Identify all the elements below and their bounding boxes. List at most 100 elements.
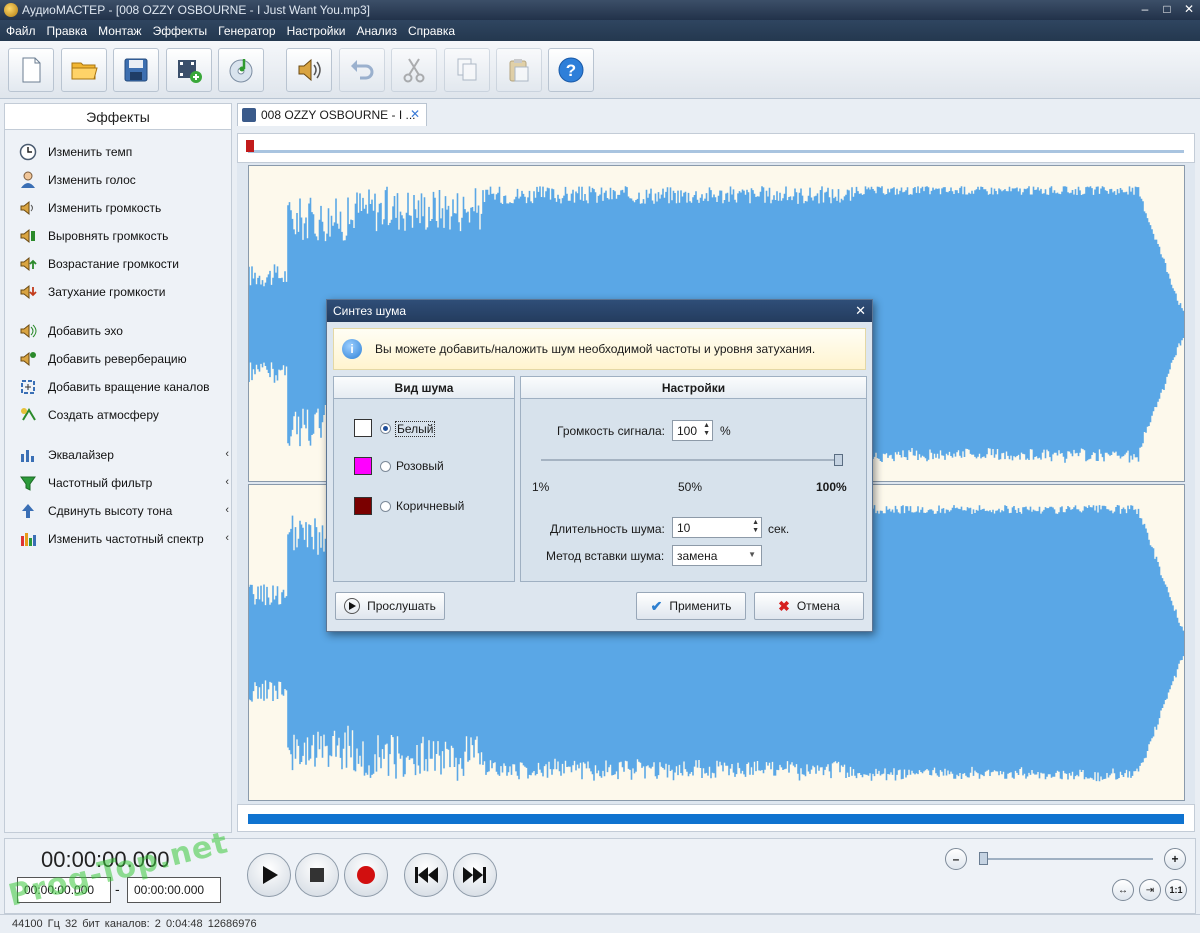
brown-noise-radio[interactable] (380, 501, 391, 512)
cancel-label: Отмена (796, 599, 840, 613)
volume-field[interactable]: 100 ▲ ▼ (672, 420, 713, 441)
toolbar: ? (0, 41, 1200, 99)
volume-spinner-icon[interactable]: ▲ ▼ (703, 422, 710, 438)
record-icon (357, 866, 375, 884)
listen-button[interactable]: Прослушать (335, 592, 445, 620)
effect-add-reverb[interactable]: Добавить реверберацию (5, 347, 231, 371)
scrollbar-thumb[interactable] (248, 814, 1184, 824)
white-color-swatch (354, 419, 372, 437)
rewind-button[interactable] (404, 853, 448, 897)
effect-fade-in[interactable]: Возрастание громкости (5, 252, 231, 276)
effect-label: Возрастание громкости (48, 257, 179, 271)
fit-width-icon: ↔ (1118, 884, 1128, 896)
effect-frequency-filter[interactable]: Частотный фильтр ‹ (5, 471, 231, 495)
save-button[interactable] (113, 48, 159, 92)
record-button[interactable] (344, 853, 388, 897)
menu-help[interactable]: Справка (408, 24, 455, 38)
effect-channel-rotation[interactable]: Добавить вращение каналов (5, 375, 231, 399)
expand-arrow-icon[interactable]: ‹ (225, 532, 229, 544)
add-video-button[interactable] (166, 48, 212, 92)
effect-add-echo[interactable]: Добавить эхо (5, 319, 231, 343)
zoom-out-button[interactable]: – (945, 848, 967, 870)
title-bar: АудиоМАСТЕР - [008 OZZY OSBOURNE - I Jus… (0, 0, 1200, 20)
cd-music-button[interactable] (218, 48, 264, 92)
cancel-button[interactable]: ✖ Отмена (754, 592, 864, 620)
volume-slider-track[interactable] (541, 459, 841, 461)
menu-effects[interactable]: Эффекты (153, 24, 208, 38)
apply-label: Применить (669, 599, 732, 613)
clock-icon (18, 142, 38, 162)
fast-forward-button[interactable] (453, 853, 497, 897)
help-button[interactable]: ? (548, 48, 594, 92)
new-file-button[interactable] (8, 48, 54, 92)
method-select[interactable]: замена ▼ (672, 545, 762, 566)
menu-generator[interactable]: Генератор (218, 24, 275, 38)
speaker-icon (298, 58, 321, 82)
filter-icon (18, 473, 38, 493)
open-folder-button[interactable] (61, 48, 107, 92)
brown-color-swatch (354, 497, 372, 515)
zoom-selection-icon: ⇥ (1145, 884, 1155, 896)
speaker-down-icon (18, 282, 38, 302)
minimize-button[interactable]: – (1134, 0, 1156, 18)
timeline-ruler[interactable] (237, 133, 1195, 163)
effect-label: Изменить темп (48, 145, 133, 159)
maximize-button[interactable]: □ (1156, 0, 1178, 18)
method-value: замена (677, 548, 718, 563)
copy-button[interactable] (444, 48, 490, 92)
effect-fade-out[interactable]: Затухание громкости (5, 280, 231, 304)
effect-normalize-volume[interactable]: Выровнять громкость (5, 224, 231, 248)
menu-montage[interactable]: Монтаж (98, 24, 142, 38)
rotate-channels-icon (18, 377, 38, 397)
paste-button[interactable] (496, 48, 542, 92)
expand-arrow-icon[interactable]: ‹ (225, 476, 229, 488)
close-tab-icon[interactable]: ✕ (410, 107, 420, 121)
effect-change-tempo[interactable]: Изменить темп (5, 140, 231, 164)
info-banner: i Вы можете добавить/наложить шум необхо… (333, 328, 866, 370)
cut-button[interactable] (391, 48, 437, 92)
undo-button[interactable] (339, 48, 385, 92)
menu-edit[interactable]: Правка (47, 24, 88, 38)
open-folder-icon (71, 62, 98, 80)
effect-create-atmosphere[interactable]: Создать атмосферу (5, 403, 231, 427)
effect-pitch-shift[interactable]: Сдвинуть высоту тона ‹ (5, 499, 231, 523)
fit-width-button[interactable]: ↔ (1112, 879, 1134, 901)
white-noise-label[interactable]: Белый (395, 421, 436, 437)
stop-button[interactable] (295, 853, 339, 897)
effect-change-volume[interactable]: Изменить громкость (5, 196, 231, 220)
duration-field[interactable]: 10 ▲ ▼ (672, 517, 762, 538)
pink-noise-label[interactable]: Розовый (396, 459, 444, 473)
playhead-marker[interactable] (246, 140, 254, 152)
menu-file[interactable]: Файл (6, 24, 36, 38)
zoom-selection-button[interactable]: ⇥ (1139, 879, 1161, 901)
person-icon (18, 170, 38, 190)
white-noise-radio[interactable] (380, 423, 391, 434)
play-button[interactable] (247, 853, 291, 897)
zoom-reset-button[interactable]: 1:1 (1165, 879, 1187, 901)
zoom-slider-thumb[interactable] (979, 852, 988, 865)
effect-label: Изменить громкость (48, 201, 162, 215)
volume-slider-thumb[interactable] (834, 454, 843, 466)
expand-arrow-icon[interactable]: ‹ (225, 448, 229, 460)
menu-settings[interactable]: Настройки (287, 24, 346, 38)
apply-button[interactable]: ✔ Применить (636, 592, 746, 620)
effect-equalizer[interactable]: Эквалайзер ‹ (5, 443, 231, 467)
duration-value: 10 (677, 520, 691, 535)
expand-arrow-icon[interactable]: ‹ (225, 504, 229, 516)
duration-spinner-icon[interactable]: ▲ ▼ (752, 519, 759, 535)
menu-analysis[interactable]: Анализ (356, 24, 397, 38)
horizontal-scrollbar[interactable] (237, 804, 1195, 832)
brown-noise-label[interactable]: Коричневый (396, 499, 464, 513)
add-video-icon (178, 60, 202, 83)
effect-frequency-spectrum[interactable]: Изменить частотный спектр ‹ (5, 527, 231, 551)
effect-label: Изменить частотный спектр (48, 532, 204, 546)
pink-noise-radio[interactable] (380, 461, 391, 472)
close-window-button[interactable]: ✕ (1178, 0, 1200, 18)
tab-audio-file[interactable]: 008 OZZY OSBOURNE - I ... ✕ (237, 103, 427, 126)
speaker-button[interactable] (286, 48, 332, 92)
zoom-in-button[interactable]: + (1164, 848, 1186, 870)
dialog-close-icon[interactable]: ✕ (855, 303, 866, 319)
zoom-slider-track[interactable] (981, 858, 1153, 860)
effect-change-voice[interactable]: Изменить голос (5, 168, 231, 192)
settings-group: Настройки Громкость сигнала: 100 ▲ ▼ % 1%… (520, 376, 867, 582)
